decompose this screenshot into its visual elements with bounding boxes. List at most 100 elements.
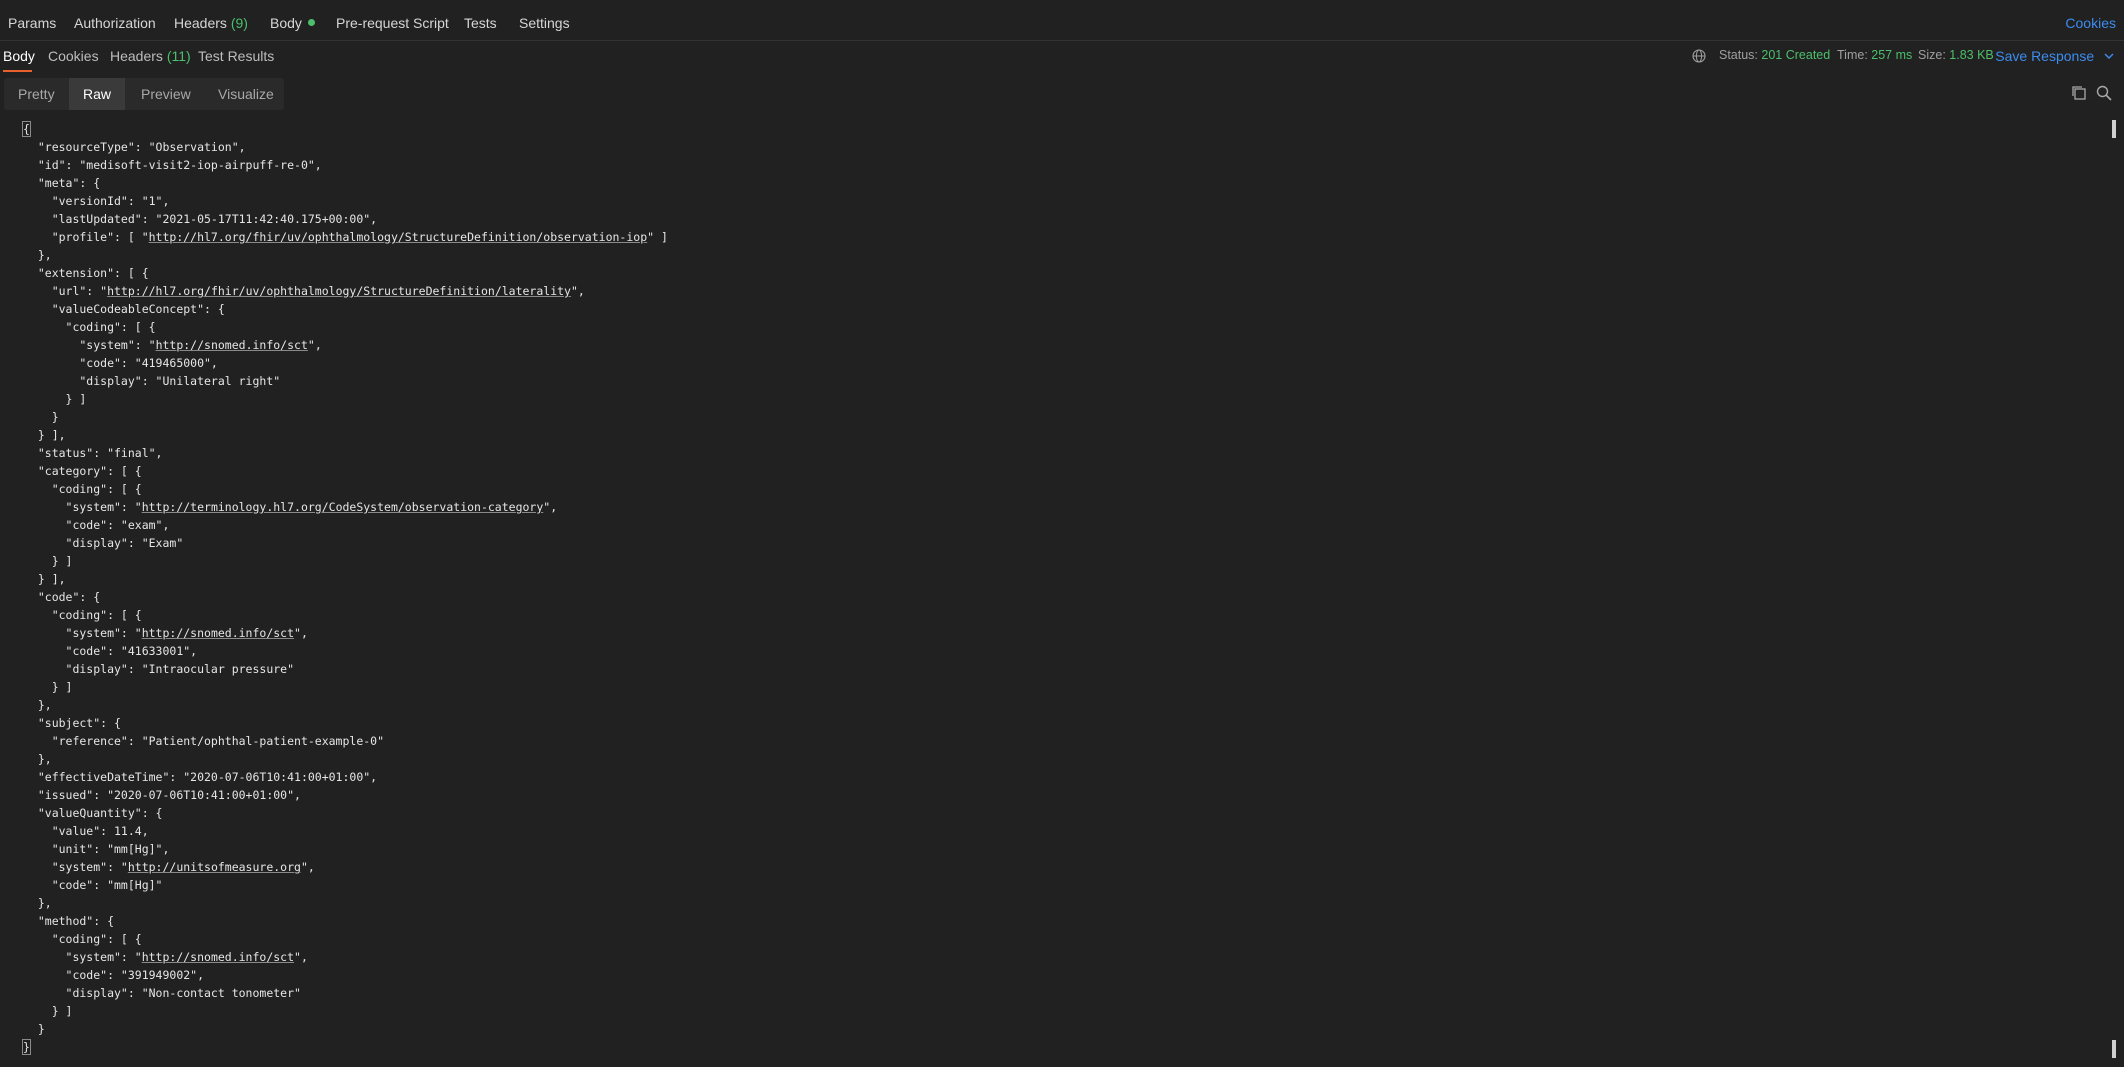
tab-pre-request-script[interactable]: Pre-request Script bbox=[336, 15, 449, 31]
response-tab-body[interactable]: Body bbox=[3, 48, 35, 64]
code-line: "effectiveDateTime": "2020-07-06T10:41:0… bbox=[24, 768, 377, 786]
request-tabs-bar: Params Authorization Headers (9) Body Pr… bbox=[0, 0, 2124, 41]
code-line: "valueCodeableConcept": { bbox=[24, 300, 225, 318]
active-tab-indicator bbox=[3, 70, 32, 72]
scrollbar-top[interactable] bbox=[2112, 120, 2116, 138]
tab-tests[interactable]: Tests bbox=[464, 15, 497, 31]
code-line: "method": { bbox=[24, 912, 114, 930]
code-url-link[interactable]: http://terminology.hl7.org/CodeSystem/ob… bbox=[142, 500, 544, 514]
code-line: } ] bbox=[24, 1002, 73, 1020]
code-text: "method": { bbox=[24, 914, 115, 928]
code-url-link[interactable]: http://snomed.info/sct bbox=[156, 338, 308, 352]
code-text: "system": " bbox=[24, 626, 142, 640]
search-icon[interactable] bbox=[2095, 84, 2113, 102]
code-line: "reference": "Patient/ophthal-patient-ex… bbox=[24, 732, 384, 750]
code-text: "lastUpdated": "2021-05-17T11:42:40.175+… bbox=[24, 212, 378, 226]
code-text: "coding": [ { bbox=[24, 320, 156, 334]
code-text: "extension": [ { bbox=[24, 266, 149, 280]
code-text: } ] bbox=[24, 680, 73, 694]
status-value: 201 Created bbox=[1761, 48, 1831, 62]
response-body-raw[interactable]: { "resourceType": "Observation", "id": "… bbox=[0, 120, 2100, 1060]
tab-authorization[interactable]: Authorization bbox=[74, 15, 156, 31]
code-line: "value": 11.4, bbox=[24, 822, 149, 840]
code-line: }, bbox=[24, 750, 52, 768]
code-text: "coding": [ { bbox=[24, 482, 142, 496]
tab-headers[interactable]: Headers (9) bbox=[174, 15, 248, 31]
code-line: "code": "391949002", bbox=[24, 966, 204, 984]
code-line: "system": "http://terminology.hl7.org/Co… bbox=[24, 498, 558, 516]
response-tab-cookies[interactable]: Cookies bbox=[48, 48, 99, 64]
tab-params[interactable]: Params bbox=[8, 15, 56, 31]
code-line: "versionId": "1", bbox=[24, 192, 170, 210]
tab-body[interactable]: Body bbox=[270, 15, 315, 31]
globe-icon[interactable] bbox=[1692, 49, 1706, 63]
code-line: } bbox=[22, 1038, 31, 1056]
code-text: }, bbox=[24, 698, 52, 712]
response-tab-headers[interactable]: Headers (11) bbox=[110, 48, 191, 64]
code-line: "extension": [ { bbox=[24, 264, 149, 282]
code-text: "code": { bbox=[24, 590, 101, 604]
code-line: "coding": [ { bbox=[24, 318, 156, 336]
code-line: "meta": { bbox=[24, 174, 100, 192]
view-raw-button[interactable]: Raw bbox=[69, 78, 126, 110]
code-line: } ] bbox=[24, 552, 73, 570]
time-value: 257 ms bbox=[1871, 48, 1913, 62]
code-url-link[interactable]: http://hl7.org/fhir/uv/ophthalmology/Str… bbox=[149, 230, 648, 244]
code-line: "code": "419465000", bbox=[24, 354, 218, 372]
code-line: } ] bbox=[24, 390, 87, 408]
code-text: "code": "419465000", bbox=[24, 356, 218, 370]
chevron-down-icon bbox=[2104, 53, 2114, 59]
code-text: "value": 11.4, bbox=[24, 824, 149, 838]
code-line: "issued": "2020-07-06T10:41:00+01:00", bbox=[24, 786, 301, 804]
code-text: "meta": { bbox=[24, 176, 101, 190]
code-text: "effectiveDateTime": "2020-07-06T10:41:0… bbox=[24, 770, 378, 784]
tab-settings[interactable]: Settings bbox=[519, 15, 570, 31]
code-line: "status": "final", bbox=[24, 444, 163, 462]
response-time[interactable]: Time: 257 ms bbox=[1837, 48, 1912, 62]
code-line: } bbox=[24, 408, 59, 426]
response-status[interactable]: Status: 201 Created bbox=[1719, 48, 1830, 62]
code-text: "versionId": "1", bbox=[24, 194, 170, 208]
code-text: "issued": "2020-07-06T10:41:00+01:00", bbox=[24, 788, 301, 802]
code-line: "coding": [ { bbox=[24, 480, 142, 498]
view-preview-button[interactable]: Preview bbox=[127, 78, 205, 110]
code-line: "code": "mm[Hg]" bbox=[24, 876, 163, 894]
response-size[interactable]: Size: 1.83 KB bbox=[1918, 48, 1994, 62]
save-response-button[interactable]: Save Response bbox=[1995, 48, 2114, 64]
code-url-link[interactable]: http://unitsofmeasure.org bbox=[128, 860, 301, 874]
code-line: } ] bbox=[24, 678, 73, 696]
scrollbar-bottom[interactable] bbox=[2112, 1040, 2116, 1058]
response-tabs-bar: Body Cookies Headers (11) Test Results S… bbox=[0, 42, 2124, 80]
response-headers-count: (11) bbox=[166, 48, 191, 64]
code-line: "system": "http://unitsofmeasure.org", bbox=[24, 858, 315, 876]
code-url-link[interactable]: http://snomed.info/sct bbox=[142, 950, 294, 964]
code-text: } ] bbox=[24, 554, 73, 568]
code-text: "coding": [ { bbox=[24, 932, 142, 946]
code-url-link[interactable]: http://hl7.org/fhir/uv/ophthalmology/Str… bbox=[107, 284, 571, 298]
code-text: "reference": "Patient/ophthal-patient-ex… bbox=[24, 734, 385, 748]
response-tab-test-results[interactable]: Test Results bbox=[198, 48, 274, 64]
code-text: "category": [ { bbox=[24, 464, 142, 478]
view-pretty-button[interactable]: Pretty bbox=[4, 78, 69, 110]
cookies-link[interactable]: Cookies bbox=[2065, 15, 2116, 31]
code-text: "system": " bbox=[24, 950, 142, 964]
code-text: "resourceType": "Observation", bbox=[24, 140, 246, 154]
code-line: "coding": [ { bbox=[24, 930, 142, 948]
code-url-link[interactable]: http://snomed.info/sct bbox=[142, 626, 294, 640]
code-line: "display": "Non-contact tonometer" bbox=[24, 984, 301, 1002]
code-text: "status": "final", bbox=[24, 446, 163, 460]
code-text: { bbox=[22, 121, 31, 137]
code-line: "category": [ { bbox=[24, 462, 142, 480]
code-line: "lastUpdated": "2021-05-17T11:42:40.175+… bbox=[24, 210, 377, 228]
code-text: "code": "exam", bbox=[24, 518, 170, 532]
code-line: "url": "http://hl7.org/fhir/uv/ophthalmo… bbox=[24, 282, 585, 300]
code-text: ", bbox=[307, 338, 322, 352]
code-text: "display": "Unilateral right" bbox=[24, 374, 281, 388]
code-line: }, bbox=[24, 696, 52, 714]
code-line: }, bbox=[24, 246, 52, 264]
code-line: } ], bbox=[24, 426, 66, 444]
view-visualize-button[interactable]: Visualize bbox=[204, 78, 288, 110]
code-line: } ], bbox=[24, 570, 66, 588]
code-text: ", bbox=[570, 284, 585, 298]
copy-icon[interactable] bbox=[2070, 84, 2088, 102]
